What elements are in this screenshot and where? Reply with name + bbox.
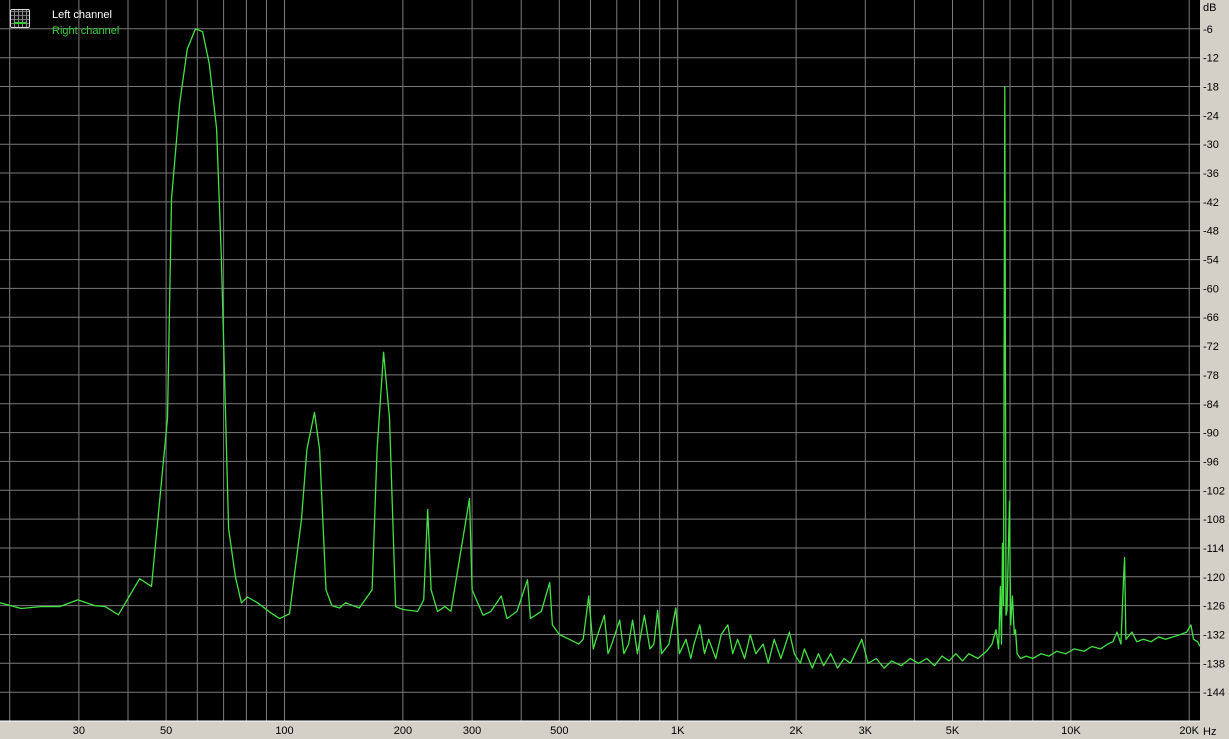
x-tick-label: 200 [394, 725, 412, 737]
x-tick-label: 20K [1179, 725, 1199, 737]
x-tick-label: 2K [789, 725, 803, 737]
spectrum-graph-icon[interactable] [10, 9, 30, 28]
y-tick-labels: -6 -12 -18 -24 -30 -36 -42 -48 -54 -60 -66 -72 -78 -8… [1203, 24, 1225, 699]
x-tick-label: 500 [550, 725, 568, 737]
y-tick-label: -126 [1203, 601, 1225, 613]
y-tick-label: -54 [1203, 255, 1219, 267]
y-tick-label: -78 [1203, 370, 1219, 382]
y-tick-label: -36 [1203, 168, 1219, 180]
y-tick-label: -108 [1203, 514, 1225, 526]
x-tick-label: 3K [859, 725, 873, 737]
y-tick-label: -72 [1203, 341, 1219, 353]
y-tick-label: -42 [1203, 197, 1219, 209]
y-tick-label: -120 [1203, 572, 1225, 584]
legend: Left channel Right channel [10, 7, 119, 39]
y-tick-label: -90 [1203, 428, 1219, 440]
x-tick-label: 100 [275, 725, 293, 737]
y-tick-label: -66 [1203, 312, 1219, 324]
legend-right-channel[interactable]: Right channel [52, 23, 119, 39]
y-tick-label: -6 [1203, 24, 1213, 36]
x-tick-label: 10K [1061, 725, 1081, 737]
x-axis-unit-label: Hz [1203, 726, 1216, 738]
x-tick-labels: 30 50 100 200 300 500 1K 2K 3K 5K 10K 20K [73, 725, 1200, 737]
y-tick-label: -18 [1203, 82, 1219, 94]
plot-area [0, 0, 1200, 721]
legend-left-channel[interactable]: Left channel [52, 7, 119, 23]
y-tick-label: -24 [1203, 110, 1219, 122]
y-tick-label: -30 [1203, 139, 1219, 151]
y-tick-label: -138 [1203, 658, 1225, 670]
y-tick-label: -102 [1203, 485, 1225, 497]
y-tick-label: -48 [1203, 226, 1219, 238]
y-tick-label: -12 [1203, 53, 1219, 65]
x-tick-label: 30 [73, 725, 85, 737]
y-tick-label: -96 [1203, 456, 1219, 468]
y-tick-label: -132 [1203, 630, 1225, 642]
x-tick-label: 1K [671, 725, 685, 737]
spectrum-chart: 30 50 100 200 300 500 1K 2K 3K 5K 10K 20K -6-12-18-… [0, 0, 1225, 738]
x-tick-label: 5K [946, 725, 960, 737]
y-tick-label: -60 [1203, 283, 1219, 295]
y-axis-unit-label: dB [1203, 2, 1216, 14]
x-tick-label: 50 [160, 725, 172, 737]
x-tick-label: 300 [463, 725, 481, 737]
y-tick-label: -144 [1203, 687, 1225, 699]
y-tick-label: -114 [1203, 543, 1224, 555]
y-tick-label: -84 [1203, 399, 1219, 411]
